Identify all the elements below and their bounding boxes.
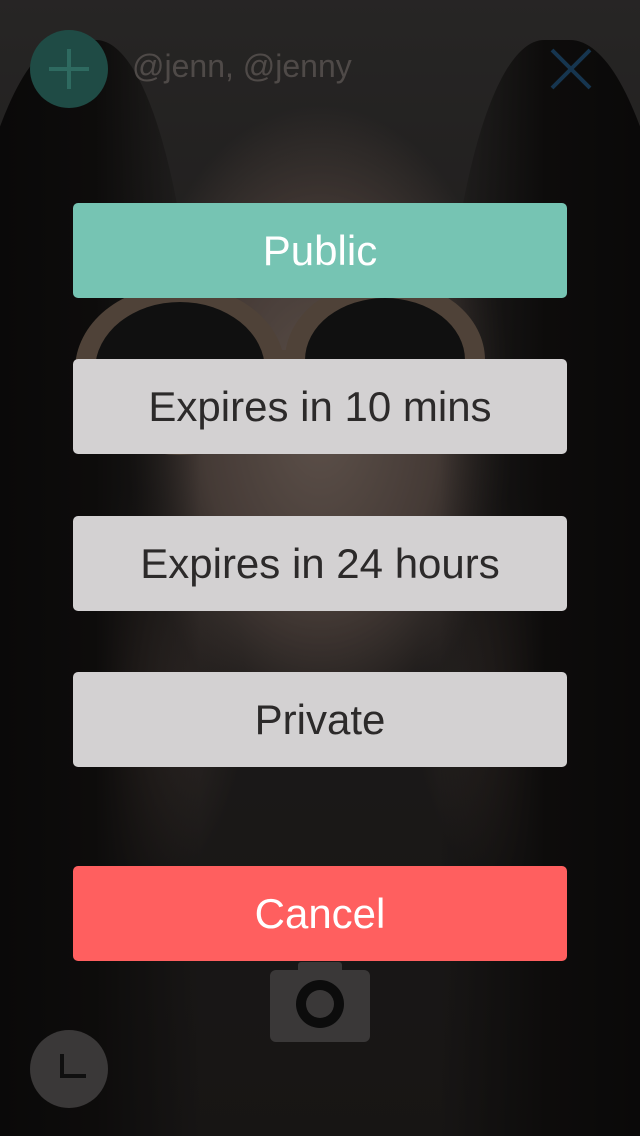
close-icon	[550, 48, 592, 90]
camera-icon	[270, 962, 370, 1042]
camera-button[interactable]	[268, 962, 372, 1042]
private-option-button[interactable]: Private	[73, 672, 567, 767]
close-button[interactable]	[546, 44, 596, 94]
expires-10-mins-option-button[interactable]: Expires in 10 mins	[73, 359, 567, 454]
clock-icon	[60, 1054, 86, 1078]
clock-button[interactable]	[30, 1030, 108, 1108]
public-option-button[interactable]: Public	[73, 203, 567, 298]
share-visibility-screen: @jenn, @jenny Public Expires in 10 mins …	[0, 0, 640, 1136]
plus-icon	[49, 49, 89, 89]
add-recipient-button[interactable]	[30, 30, 108, 108]
cancel-button[interactable]: Cancel	[73, 866, 567, 961]
recipients-label: @jenn, @jenny	[132, 48, 352, 84]
expires-24-hours-option-button[interactable]: Expires in 24 hours	[73, 516, 567, 611]
